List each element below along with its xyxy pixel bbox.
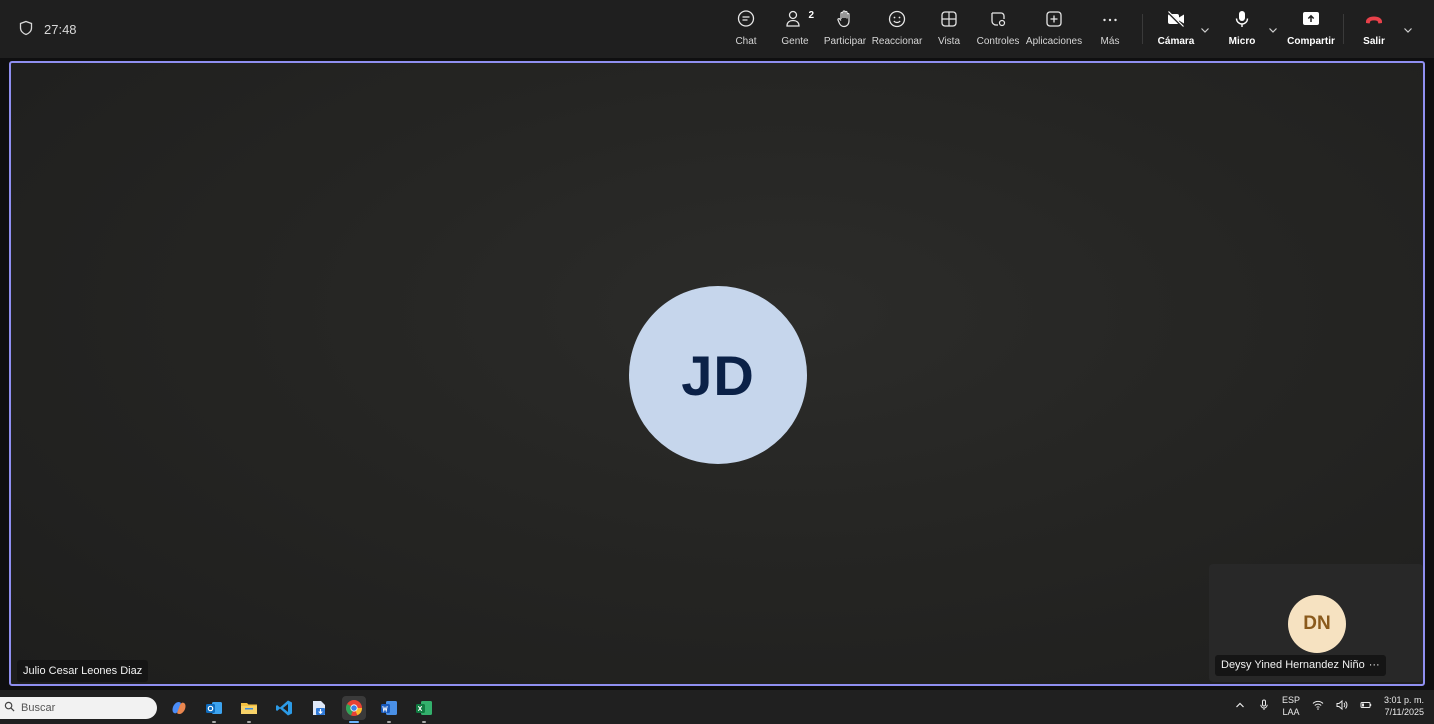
camera-options-chevron[interactable]	[1200, 22, 1210, 33]
view-button[interactable]: Vista	[937, 10, 961, 50]
more-icon	[1100, 9, 1120, 34]
share-button[interactable]: Compartir	[1287, 10, 1335, 50]
chat-icon	[736, 9, 756, 34]
taskbar-apps	[167, 696, 436, 723]
word-icon[interactable]	[377, 696, 401, 723]
react-label: Reaccionar	[871, 36, 923, 47]
raise-hand-label: Participar	[823, 36, 867, 47]
leave-label: Salir	[1363, 36, 1385, 47]
keyboard-layout: LAA	[1282, 707, 1300, 717]
main-participant-avatar: JD	[629, 286, 807, 464]
camera-off-icon	[1166, 9, 1186, 34]
mic-options-chevron[interactable]	[1268, 22, 1278, 33]
excel-icon[interactable]	[412, 696, 436, 723]
camera-button[interactable]: Cámara	[1156, 10, 1196, 50]
toolbar-divider	[1142, 14, 1143, 44]
apps-button[interactable]: Aplicaciones	[1026, 10, 1082, 50]
share-label: Compartir	[1287, 36, 1335, 47]
chrome-icon[interactable]	[342, 696, 366, 723]
grid-view-icon	[939, 9, 959, 34]
vscode-icon[interactable]	[272, 696, 296, 720]
clock-time: 3:01 p. m.	[1383, 695, 1424, 705]
camera-label: Cámara	[1157, 36, 1195, 47]
taskbar-clock[interactable]: 3:01 p. m. 7/11/2025	[1384, 694, 1424, 718]
more-options-icon[interactable]: ···	[1369, 655, 1380, 676]
more-button[interactable]: Más	[1097, 10, 1123, 50]
meeting-timer: 27:48	[18, 20, 77, 39]
search-icon	[4, 701, 15, 715]
taskbar-search[interactable]: Buscar	[0, 697, 157, 719]
shield-settings-icon	[988, 9, 1008, 34]
people-icon	[785, 9, 805, 34]
chevron-down-icon	[1403, 22, 1413, 39]
leave-options-chevron[interactable]	[1403, 22, 1413, 33]
file-explorer-icon[interactable]	[237, 696, 261, 723]
add-app-icon	[1044, 9, 1064, 34]
self-participant-name-tag: Deysy Yined Hernandez Niño ···	[1215, 655, 1386, 676]
self-participant-name: Deysy Yined Hernandez Niño	[1221, 659, 1365, 671]
self-participant-avatar: DN	[1288, 595, 1346, 653]
volume-icon[interactable]	[1336, 699, 1348, 713]
people-button[interactable]: 2 Gente	[781, 9, 814, 50]
hang-up-icon	[1364, 9, 1384, 34]
copilot-icon[interactable]	[167, 696, 191, 720]
leave-button[interactable]: Salir	[1362, 10, 1386, 50]
react-button[interactable]: Reaccionar	[872, 10, 922, 50]
language-code: ESP	[1281, 695, 1300, 705]
chat-button[interactable]: Chat	[732, 9, 760, 50]
raise-hand-button[interactable]: Participar	[823, 9, 867, 50]
mic-button[interactable]: Micro	[1226, 10, 1258, 50]
main-video-stage[interactable]: JD Julio Cesar Leones Diaz DN Deysy Yine…	[9, 61, 1425, 686]
mic-label: Micro	[1228, 36, 1256, 47]
system-tray: ESP LAA 3:01 p. m. 7/11/2025	[1234, 694, 1424, 718]
meeting-toolbar: 27:48 Chat 2 Gente Participar Reaccionar	[0, 0, 1434, 58]
people-count: 2	[808, 10, 814, 21]
timer-text: 27:48	[44, 22, 77, 37]
app-installer-icon[interactable]	[307, 696, 331, 720]
self-video-tile[interactable]: DN Deysy Yined Hernandez Niño ···	[1209, 564, 1423, 682]
language-indicator[interactable]: ESP LAA	[1282, 694, 1300, 718]
windows-taskbar: Buscar ESP LAA 3:01 p. m. 7/11/2025	[0, 690, 1434, 724]
toolbar-divider	[1343, 14, 1344, 44]
apps-label: Aplicaciones	[1025, 36, 1083, 47]
microphone-icon	[1232, 9, 1252, 34]
wifi-icon[interactable]	[1312, 699, 1324, 713]
battery-icon[interactable]	[1360, 699, 1372, 713]
controls-label: Controles	[976, 36, 1020, 47]
people-label: Gente	[781, 36, 809, 47]
more-label: Más	[1100, 36, 1120, 47]
hand-icon	[835, 9, 855, 34]
chevron-down-icon	[1200, 22, 1210, 39]
share-screen-icon	[1301, 9, 1321, 34]
chevron-down-icon	[1268, 22, 1278, 39]
outlook-icon[interactable]	[202, 696, 226, 723]
smiley-icon	[887, 9, 907, 34]
shield-icon	[18, 20, 34, 39]
main-participant-name: Julio Cesar Leones Diaz	[17, 660, 149, 682]
controls-button[interactable]: Controles	[976, 10, 1020, 50]
clock-date: 7/11/2025	[1384, 707, 1424, 717]
view-label: Vista	[937, 36, 961, 47]
chevron-up-icon[interactable]	[1234, 699, 1246, 713]
search-placeholder: Buscar	[21, 702, 56, 714]
microphone-icon[interactable]	[1258, 699, 1270, 713]
chat-label: Chat	[735, 36, 757, 47]
